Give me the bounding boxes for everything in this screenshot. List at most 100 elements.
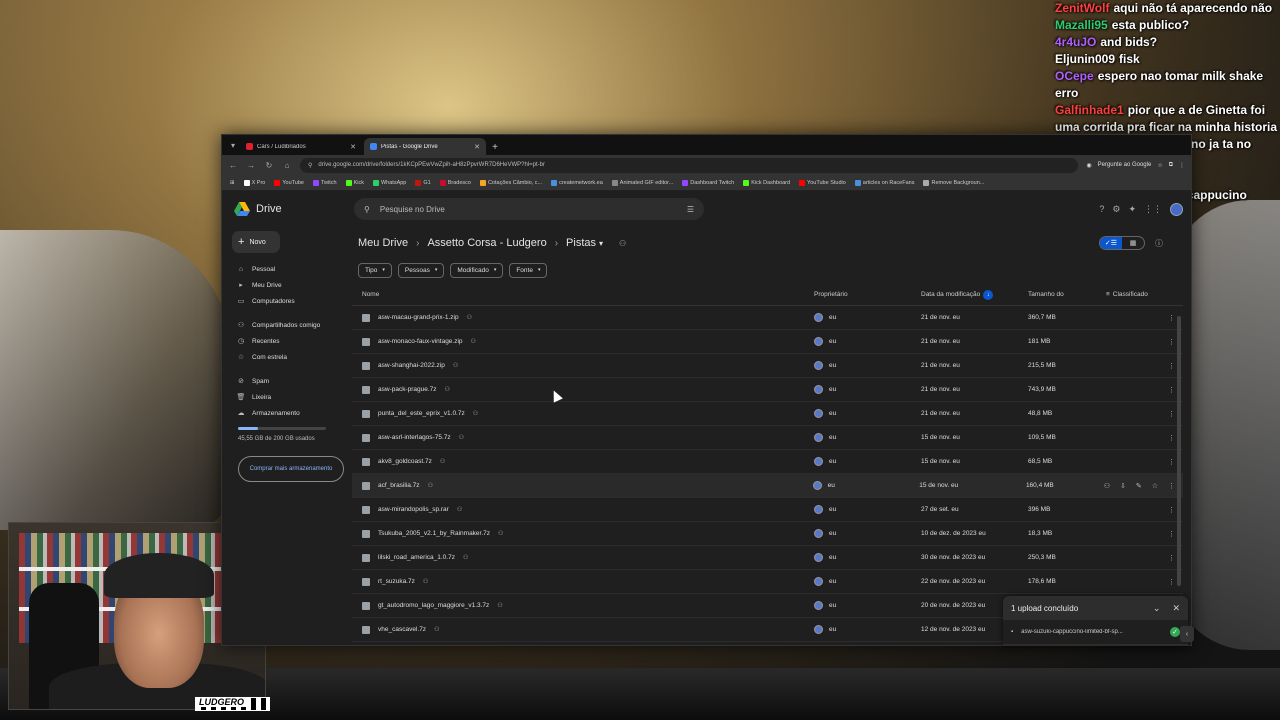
more-actions-icon[interactable]: ⋮ (1168, 530, 1175, 538)
scrollbar[interactable] (1177, 316, 1181, 586)
help-icon[interactable]: ? (1099, 204, 1104, 214)
table-row[interactable]: asw-asrl-interlagos-75.7z ⚇ eu 15 de nov. e… (352, 426, 1183, 450)
bookmark-item[interactable]: Cotações Câmbio, c... (479, 179, 542, 186)
table-row[interactable]: asw-shanghai-2022.zip ⚇ eu 21 de nov. eu 215… (352, 354, 1183, 378)
column-size[interactable]: Tamanho do (1028, 291, 1106, 298)
column-date[interactable]: Data da modificação ↓ (921, 289, 1028, 300)
tab-pistas[interactable]: Pistas - Google Drive ✕ (364, 138, 486, 155)
apps-grid-icon[interactable]: ⋮⋮ (1144, 204, 1162, 215)
gemini-icon[interactable]: ✦ (1128, 204, 1136, 215)
back-icon[interactable]: ← (228, 161, 238, 170)
table-row[interactable]: asw-pack-prague.7z ⚇ eu 21 de nov. eu 743,9 … (352, 378, 1183, 402)
more-actions-icon[interactable]: ⋮ (1168, 338, 1175, 346)
star-icon[interactable]: ☆ (1152, 482, 1158, 490)
bookmark-item[interactable]: Remove Backgroun... (923, 179, 984, 186)
bookmark-item[interactable]: Kick Dashboard (743, 179, 790, 186)
filter-chip[interactable]: Tipo ▾ (358, 262, 392, 278)
url-field[interactable]: ⚲ drive.google.com/drive/folders/1kKCpPE… (300, 157, 1079, 173)
breadcrumb-assetto[interactable]: Assetto Corsa - Ludgero (427, 237, 546, 249)
google-lens-icon[interactable]: ◉ (1086, 162, 1091, 169)
more-actions-icon[interactable]: ⋮ (1168, 458, 1175, 466)
close-icon[interactable]: ✕ (474, 143, 480, 151)
table-row[interactable]: punta_del_este_eprix_v1.0.7z ⚇ eu 21 de nov… (352, 402, 1183, 426)
bookmark-item[interactable]: Dashboard Twitch (682, 179, 734, 186)
table-row[interactable]: asw-mirandopolis_sp.rar ⚇ eu 27 de set. eu 3… (352, 498, 1183, 522)
edit-icon[interactable]: ✎ (1136, 482, 1142, 490)
more-actions-icon[interactable]: ⋮ (1168, 314, 1175, 322)
table-row[interactable]: asw-macau-grand-prix-1.zip ⚇ eu 21 de nov. … (352, 306, 1183, 330)
table-row[interactable]: rt_suzuka.7z ⚇ eu 22 de nov. de 2023 eu 178,… (352, 570, 1183, 594)
more-actions-icon[interactable]: ⋮ (1168, 482, 1175, 490)
new-button[interactable]: + Novo (232, 231, 280, 253)
bookmark-item[interactable]: X Pro (243, 179, 265, 186)
sidebar-item[interactable]: ◷ Recentes (232, 333, 350, 349)
close-icon[interactable]: ✕ (350, 143, 356, 151)
menu-icon[interactable]: ⋮ (1179, 162, 1185, 169)
bookmark-item[interactable]: Animated GIF editor... (611, 179, 673, 186)
sidebar-item[interactable]: ▭ Computadores (232, 293, 350, 309)
bookmark-item[interactable]: YouTube Studio (799, 179, 846, 186)
filter-chip[interactable]: Fonte ▾ (509, 262, 548, 278)
search-icon[interactable]: ⚲ (364, 205, 370, 214)
bookmark-item[interactable]: YouTube (274, 179, 304, 186)
grid-view-icon[interactable]: ▦ (1122, 237, 1144, 249)
tab-search-icon[interactable]: ▾ (226, 138, 240, 152)
breadcrumb-my-drive[interactable]: Meu Drive (358, 237, 408, 249)
bookmark-item[interactable]: WhatsApp (372, 179, 406, 186)
forward-icon[interactable]: → (246, 161, 256, 170)
breadcrumb-current[interactable]: Pistas ▾ (566, 237, 603, 249)
tab-cars[interactable]: Cars / Ludibriados ✕ (240, 138, 362, 155)
list-view-icon[interactable]: ✓☰ (1100, 237, 1122, 249)
drive-logo[interactable]: Drive (222, 202, 348, 216)
collapse-icon[interactable]: ⌄ (1153, 603, 1161, 614)
ask-google-button[interactable]: Pergunte ao Google (1098, 162, 1152, 168)
search-input[interactable]: ⚲ Pesquise no Drive ☰ (354, 198, 704, 220)
table-row[interactable]: acf_brasilia.7z ⚇ eu 15 de nov. eu 160,4 MB ⚇… (352, 474, 1183, 498)
settings-icon[interactable]: ⚙ (1112, 204, 1120, 215)
filter-chip[interactable]: Pessoas ▾ (397, 262, 445, 278)
sidebar-item[interactable]: 🗑 Lixeira (232, 389, 350, 405)
more-actions-icon[interactable]: ⋮ (1168, 506, 1175, 514)
sort-menu[interactable]: ≡ Classificado (1106, 291, 1183, 298)
account-avatar[interactable] (1170, 202, 1183, 216)
more-actions-icon[interactable]: ⋮ (1168, 410, 1175, 418)
home-icon[interactable]: ⌂ (282, 161, 292, 170)
sidebar-item[interactable]: ☁ Armazenamento (232, 405, 350, 421)
more-actions-icon[interactable]: ⋮ (1168, 554, 1175, 562)
bookmark-item[interactable]: Twitch (313, 179, 337, 186)
table-row[interactable]: akv8_goldcoast.7z ⚇ eu 15 de nov. eu 68,5 MB… (352, 450, 1183, 474)
extensions-icon[interactable]: ⧉ (1169, 162, 1173, 169)
sidebar-item[interactable]: ▸ Meu Drive (232, 277, 350, 293)
sidebar-item[interactable]: ⌂ Pessoal (232, 261, 350, 277)
sidebar-item[interactable]: ⚇ Compartilhados comigo (232, 317, 350, 333)
sort-arrow-icon[interactable]: ↓ (983, 289, 994, 300)
more-actions-icon[interactable]: ⋮ (1168, 386, 1175, 394)
new-tab-icon[interactable]: + (488, 142, 502, 153)
share-icon[interactable]: ⚇ (1104, 482, 1110, 490)
close-icon[interactable]: ✕ (1172, 603, 1180, 614)
buy-storage-button[interactable]: Comprar mais armazenamento (238, 456, 344, 482)
column-name[interactable]: Nome (352, 291, 814, 298)
bookmark-item[interactable]: createmetwork.ea (551, 179, 603, 186)
more-actions-icon[interactable]: ⋮ (1168, 578, 1175, 586)
table-row[interactable]: asw-monaco-faux-vintage.zip ⚇ eu 21 de nov.… (352, 330, 1183, 354)
bookmark-item[interactable]: articles on RaceFans (854, 179, 914, 186)
table-row[interactable]: lilski_road_america_1.0.7z ⚇ eu 30 de nov. … (352, 546, 1183, 570)
search-options-icon[interactable]: ☰ (687, 205, 694, 214)
sidebar-item[interactable]: ☆ Com estrela (232, 349, 350, 365)
apps-icon[interactable]: ⊞ (230, 180, 235, 186)
more-actions-icon[interactable]: ⋮ (1168, 434, 1175, 442)
column-owner[interactable]: Proprietário (814, 291, 921, 298)
more-actions-icon[interactable]: ⋮ (1168, 362, 1175, 370)
bookmark-item[interactable]: Kick (345, 179, 364, 186)
bookmark-item[interactable]: Bradesco (439, 179, 471, 186)
side-panel-toggle-icon[interactable]: ‹ (1180, 626, 1194, 642)
site-info-icon[interactable]: ⚲ (308, 162, 312, 169)
reload-icon[interactable]: ↻ (264, 161, 274, 170)
bookmark-item[interactable]: G1 (415, 179, 431, 186)
download-icon[interactable]: ⇩ (1120, 482, 1126, 490)
filter-chip[interactable]: Modificado ▾ (450, 262, 504, 278)
table-row[interactable]: Tsukuba_2005_v2.1_by_Rainmaker.7z ⚇ eu 10 d… (352, 522, 1183, 546)
view-toggle[interactable]: ✓☰ ▦ (1099, 236, 1145, 250)
info-icon[interactable]: ⓘ (1155, 238, 1163, 249)
